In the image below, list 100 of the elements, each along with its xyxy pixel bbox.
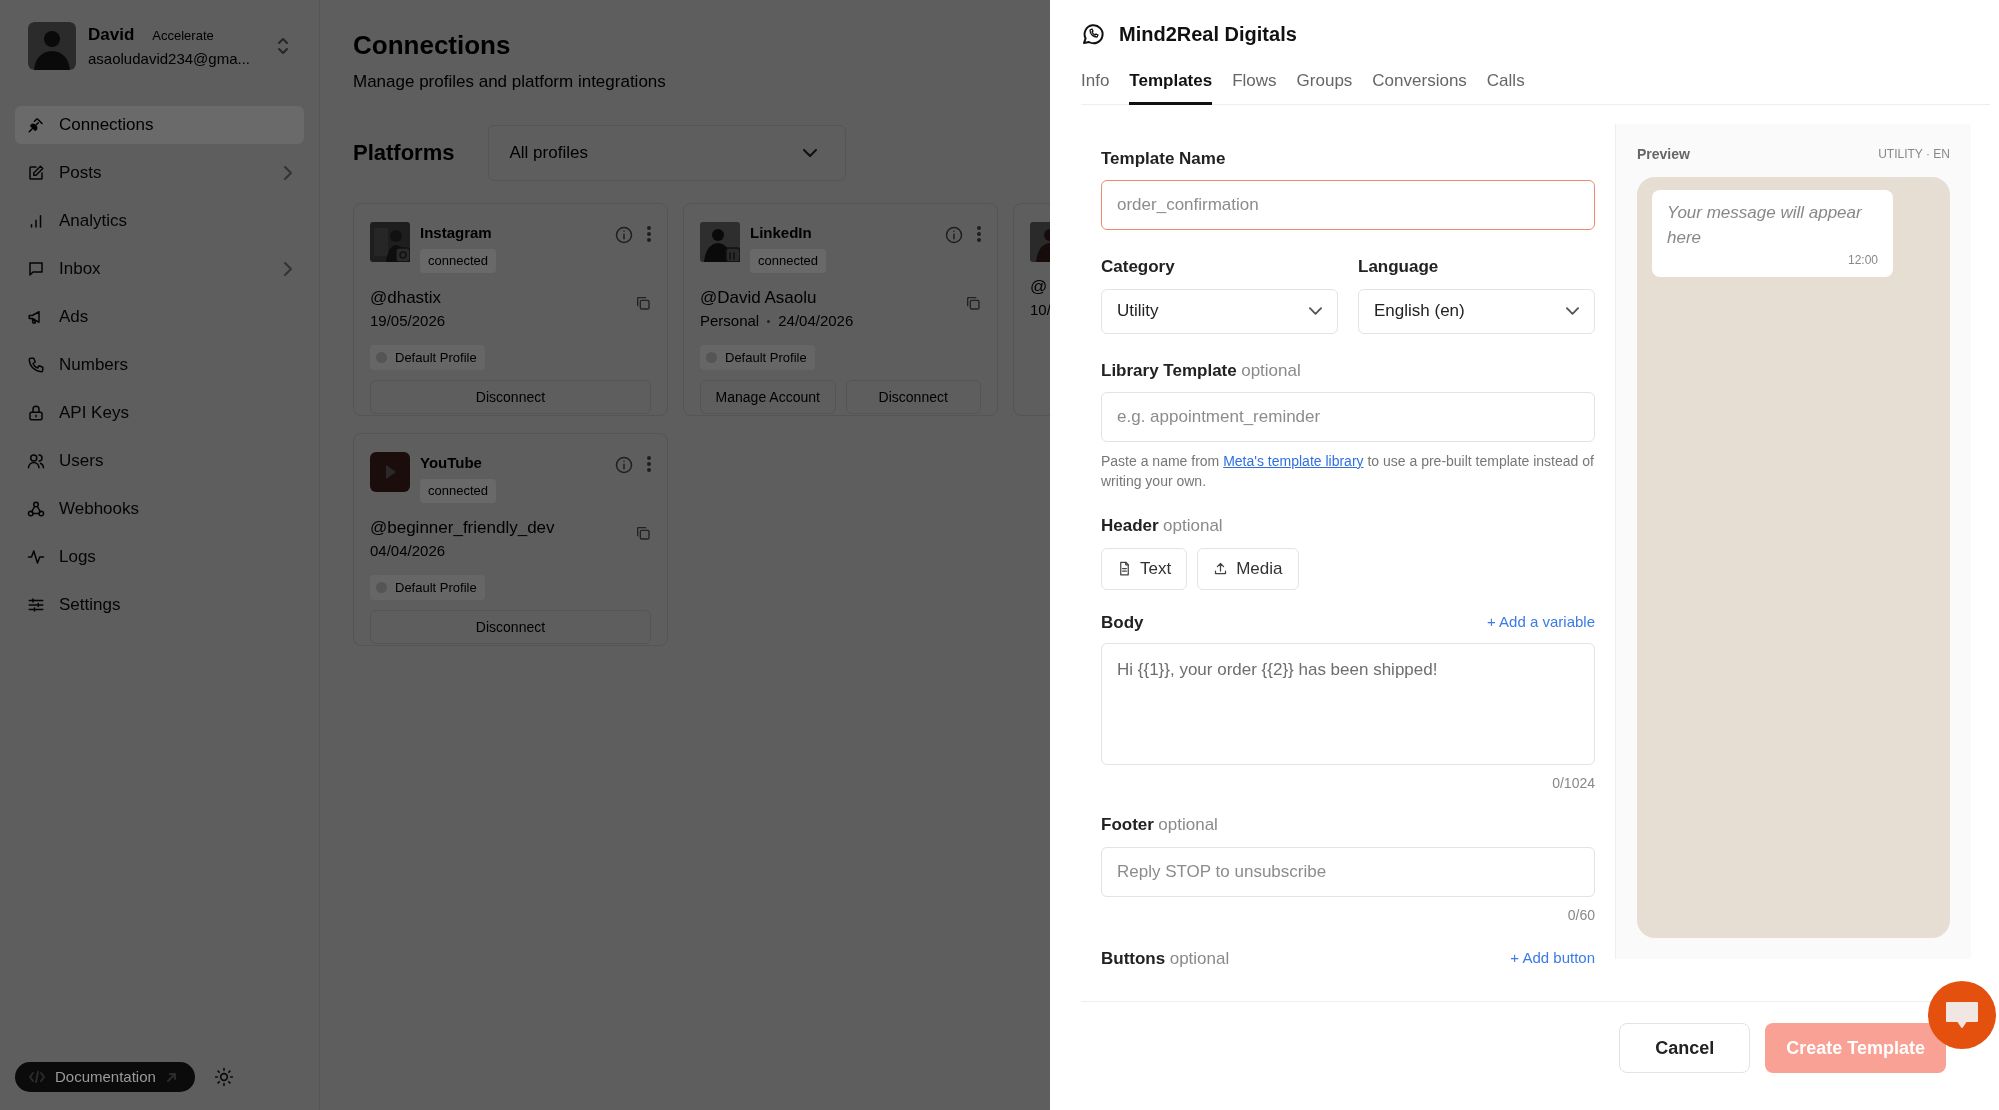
account-detail: 04/04/2026 bbox=[370, 541, 446, 562]
tab[interactable]: Conversions bbox=[1372, 68, 1467, 105]
nav-item[interactable]: Users bbox=[15, 442, 304, 480]
platform-name: Instagram bbox=[420, 222, 493, 243]
user-name: David bbox=[88, 24, 135, 46]
platform-name: YouTube bbox=[420, 452, 483, 473]
section-title: Platforms bbox=[353, 139, 455, 168]
chat-icon bbox=[27, 260, 45, 278]
field-label: Body bbox=[1101, 611, 1144, 634]
chevron-right-icon bbox=[284, 262, 292, 276]
nav-item[interactable]: Analytics bbox=[15, 202, 304, 240]
status-badge: connected bbox=[750, 249, 826, 273]
info-icon[interactable] bbox=[945, 225, 963, 244]
template-tag: UTILITY · EN bbox=[1878, 145, 1950, 163]
webhook-icon bbox=[27, 500, 45, 518]
field-label: Header optional bbox=[1101, 515, 1224, 538]
template-library-link[interactable]: Meta's template library bbox=[1223, 453, 1364, 469]
card-action-button[interactable]: Disconnect bbox=[370, 610, 651, 645]
footer-field[interactable]: Reply STOP to unsubscribe bbox=[1101, 846, 1595, 897]
document-icon bbox=[1117, 561, 1132, 577]
card-action-button[interactable]: Disconnect bbox=[370, 380, 651, 415]
character-counter: 0/60 bbox=[1566, 905, 1595, 925]
header-type-button[interactable]: Text bbox=[1101, 547, 1188, 590]
plan-label: Accelerate bbox=[152, 27, 214, 45]
language-select[interactable]: English (en) bbox=[1358, 288, 1595, 334]
add-button-link[interactable]: + Add button bbox=[1510, 947, 1595, 970]
profile-select[interactable]: All profiles bbox=[488, 124, 847, 181]
field-label: Footer optional bbox=[1101, 814, 1219, 837]
account-handle: @beginner_friendly_dev bbox=[370, 516, 555, 539]
more-icon[interactable] bbox=[977, 225, 981, 242]
documentation-button[interactable]: Documentation bbox=[15, 1062, 195, 1092]
tab[interactable]: Info bbox=[1081, 68, 1110, 105]
drawer-title: Mind2Real Digitals bbox=[1119, 22, 1297, 46]
field-label: Library Template optional bbox=[1101, 359, 1302, 382]
plug-icon bbox=[27, 116, 45, 134]
chevron-right-icon bbox=[284, 166, 292, 180]
nav-item[interactable]: Settings bbox=[15, 586, 304, 624]
body-field[interactable]: Hi {{1}}, your order {{2}} has been shipped! bbox=[1101, 643, 1595, 766]
page-title: Connections bbox=[353, 30, 512, 62]
page-subtitle: Manage profiles and platform integrations bbox=[353, 71, 667, 94]
header-type-button[interactable]: Media bbox=[1197, 547, 1299, 590]
platform-name: LinkedIn bbox=[750, 222, 813, 243]
nav-item[interactable]: Connections bbox=[15, 106, 304, 144]
play-icon bbox=[370, 451, 410, 492]
edit-icon bbox=[27, 164, 45, 182]
category-select[interactable]: Utility bbox=[1101, 288, 1338, 334]
preview-title: Preview bbox=[1637, 144, 1690, 164]
library-template-field[interactable]: e.g. appointment_reminder bbox=[1101, 392, 1595, 442]
tab[interactable]: Flows bbox=[1232, 68, 1277, 105]
field-label: Category bbox=[1101, 256, 1176, 278]
sun-icon[interactable] bbox=[214, 1067, 234, 1087]
lock-icon bbox=[27, 404, 45, 422]
nav-item[interactable]: Numbers bbox=[15, 346, 304, 384]
account-detail: 19/05/2026 bbox=[370, 311, 446, 332]
character-counter: 0/1024 bbox=[1551, 774, 1595, 794]
account-handle: @ bbox=[1030, 275, 1049, 298]
avatar-icon bbox=[28, 22, 76, 70]
message-text: Your message will appear here bbox=[1667, 201, 1863, 249]
sliders-icon bbox=[27, 596, 45, 614]
tab[interactable]: Calls bbox=[1486, 68, 1525, 105]
profile-tag: Default Profile bbox=[370, 574, 485, 601]
chevron-down-icon bbox=[803, 148, 818, 157]
account-detail: 10/ bbox=[1030, 300, 1050, 321]
account-handle: @David Asaolu bbox=[700, 286, 818, 309]
activity-icon bbox=[27, 548, 45, 566]
field-label: Language bbox=[1358, 256, 1440, 278]
phone-icon bbox=[27, 356, 45, 374]
profile-tag: Default Profile bbox=[370, 344, 485, 371]
users-icon bbox=[27, 452, 45, 470]
info-icon[interactable] bbox=[615, 455, 633, 474]
cancel-button[interactable]: Cancel bbox=[1619, 1023, 1751, 1074]
person-avatar-icon bbox=[700, 221, 740, 262]
more-icon[interactable] bbox=[647, 225, 651, 242]
card-action-button[interactable]: Disconnect bbox=[845, 380, 981, 415]
add-variable-link[interactable]: + Add a variable bbox=[1487, 611, 1595, 634]
status-badge: connected bbox=[420, 249, 496, 273]
chat-phone-icon bbox=[1081, 22, 1105, 46]
nav-item[interactable]: Logs bbox=[15, 538, 304, 576]
chevrons-up-down-icon[interactable] bbox=[276, 36, 290, 56]
external-arrow-icon bbox=[165, 1071, 177, 1083]
nav-item[interactable]: Ads bbox=[15, 298, 304, 336]
copy-icon[interactable] bbox=[635, 524, 651, 541]
nav-item[interactable]: Inbox bbox=[15, 250, 304, 288]
copy-icon[interactable] bbox=[965, 294, 981, 311]
chevron-down-icon bbox=[1566, 307, 1579, 315]
code-icon bbox=[29, 1070, 45, 1084]
card-action-button[interactable]: Manage Account bbox=[700, 380, 836, 415]
message-time: 12:00 bbox=[1846, 251, 1878, 269]
info-icon[interactable] bbox=[615, 225, 633, 244]
status-badge: connected bbox=[420, 479, 496, 503]
field-label: Buttons optional bbox=[1101, 947, 1230, 970]
nav-item[interactable]: Webhooks bbox=[15, 490, 304, 528]
nav-item[interactable]: API Keys bbox=[15, 394, 304, 432]
nav-item[interactable]: Posts bbox=[15, 154, 304, 192]
copy-icon[interactable] bbox=[635, 294, 651, 311]
template-name-field[interactable]: order_confirmation bbox=[1101, 180, 1595, 230]
tab[interactable]: Groups bbox=[1296, 68, 1353, 105]
field-label: Template Name bbox=[1101, 147, 1227, 170]
tab[interactable]: Templates bbox=[1129, 68, 1213, 105]
more-icon[interactable] bbox=[647, 455, 651, 472]
